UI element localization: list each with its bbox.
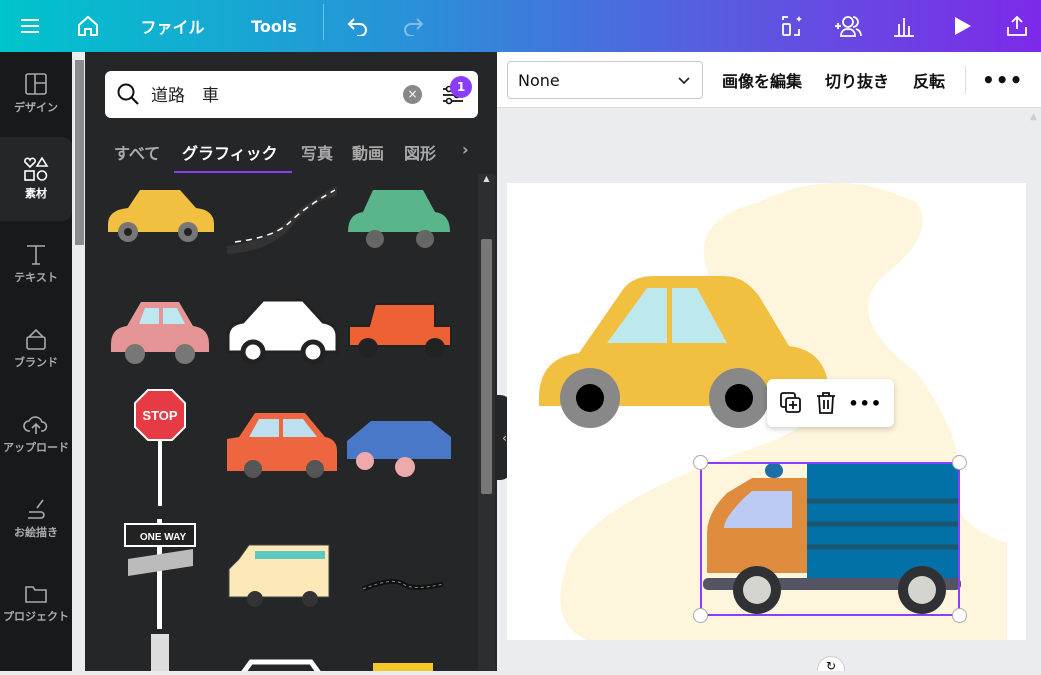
sidebar-item-label: テキスト [14, 271, 58, 284]
graphic-white-car[interactable] [225, 286, 340, 376]
sidebar-item-draw[interactable]: お絵描き [0, 477, 72, 561]
present-play-icon[interactable] [945, 0, 979, 52]
file-menu[interactable]: ファイル [130, 0, 215, 52]
folder-icon [25, 586, 47, 603]
divider [965, 66, 966, 94]
resize-handle[interactable] [952, 608, 967, 623]
context-toolbar: None 画像を編集 切り抜き 反転 ••• [497, 52, 1041, 108]
resize-handle[interactable] [952, 455, 967, 470]
filter-count-badge: 1 [450, 76, 472, 98]
menu-icon[interactable] [10, 0, 50, 52]
sidebar-item-projects[interactable]: プロジェクト [0, 562, 72, 646]
active-tab-indicator [174, 171, 292, 173]
clear-search-icon[interactable]: × [403, 85, 422, 104]
insights-icon[interactable] [887, 0, 921, 52]
search-icon [117, 83, 139, 105]
category-tabs: すべて グラフィック 写真 動画 図形 › [85, 136, 497, 174]
flip-button[interactable]: 反転 [913, 52, 945, 108]
sidebar-item-label: ブランド [14, 356, 58, 369]
edit-image-button[interactable]: 画像を編集 [722, 52, 802, 108]
select-value: None [518, 70, 560, 90]
undo-icon[interactable] [340, 0, 376, 52]
trash-icon[interactable] [815, 391, 837, 415]
filter-select[interactable]: None [507, 61, 703, 99]
divider [323, 4, 324, 40]
elements-panel: × 1 すべて グラフィック 写真 動画 図形 › STOP ONE WAY ▲ [85, 52, 497, 671]
tab-graphics[interactable]: グラフィック [182, 140, 278, 164]
share-upload-icon[interactable] [1000, 0, 1034, 52]
search-input[interactable] [151, 83, 391, 103]
resize-handle[interactable] [693, 608, 708, 623]
sidebar-item-label: お絵描き [14, 526, 58, 539]
sidebar-item-brand[interactable]: ブランド [0, 307, 72, 391]
sidebar-item-design[interactable]: デザイン [0, 52, 72, 136]
tab-all[interactable]: すべて [114, 140, 160, 164]
graphic-one-way-sign[interactable]: ONE WAY [103, 514, 218, 629]
elements-icon [24, 157, 49, 181]
graphic-car-outline[interactable] [225, 644, 340, 671]
graphic-green-car[interactable] [343, 174, 458, 264]
tab-photos[interactable]: 写真 [301, 140, 333, 164]
text-icon [27, 245, 45, 265]
layout-icon [25, 73, 47, 95]
cloud-upload-icon [23, 416, 48, 434]
tools-menu[interactable]: Tools [245, 0, 303, 52]
more-icon[interactable]: ••• [848, 394, 882, 413]
duplicate-icon[interactable] [779, 391, 803, 415]
panel-scrollbar[interactable]: ▲ [478, 174, 495, 671]
chevron-down-icon [678, 77, 690, 85]
rotate-handle-icon[interactable]: ↻ [817, 656, 845, 673]
svg-text:ONE WAY: ONE WAY [140, 532, 187, 543]
graphic-camper-van[interactable] [225, 529, 340, 619]
svg-text:STOP: STOP [142, 408, 177, 423]
graphic-yellow-bus[interactable] [343, 659, 458, 671]
graphic-orange-jeep[interactable] [343, 286, 458, 376]
graphic-yellow-car[interactable] [103, 174, 218, 264]
sidebar-item-uploads[interactable]: アップロード [0, 392, 72, 476]
share-people-icon[interactable] [830, 0, 866, 52]
sidebar-item-label: プロジェクト [3, 610, 69, 623]
search-box: × 1 [105, 71, 478, 118]
graphic-blue-suv[interactable] [343, 399, 458, 489]
graphics-grid: STOP ONE WAY [85, 174, 477, 671]
graphic-tire-track[interactable] [103, 634, 218, 671]
selection-box[interactable] [700, 462, 960, 616]
home-icon[interactable] [70, 0, 106, 52]
element-quick-actions: ••• [767, 379, 894, 427]
magic-resize-icon[interactable] [775, 0, 809, 52]
tab-shapes[interactable]: 図形 [404, 140, 436, 164]
tab-videos[interactable]: 動画 [352, 140, 384, 164]
graphic-stop-sign[interactable]: STOP [103, 386, 218, 511]
scrollbar-thumb[interactable] [481, 239, 492, 494]
sidebar-item-text[interactable]: テキスト [0, 222, 72, 306]
brand-icon [26, 328, 46, 350]
top-bar: ファイル Tools [0, 0, 1041, 52]
crop-button[interactable]: 切り抜き [825, 52, 889, 108]
sidebar-item-label: アップロード [3, 441, 69, 454]
more-options-icon[interactable]: ••• [982, 52, 1023, 108]
redo-icon[interactable] [395, 0, 431, 52]
graphic-road[interactable] [225, 174, 340, 264]
tabs-next-chevron-icon[interactable]: › [462, 140, 469, 159]
graphic-red-car[interactable] [225, 399, 340, 489]
rail-scrollbar[interactable] [75, 60, 84, 245]
sidebar-item-label: デザイン [14, 101, 58, 114]
sidebar-item-elements[interactable]: 素材 [0, 137, 72, 221]
sidebar-item-label: 素材 [25, 187, 47, 200]
canvas-scroll-up-icon[interactable]: ▲ [1030, 112, 1037, 122]
draw-icon [28, 499, 45, 519]
sidebar-rail: デザイン 素材 テキスト ブランド アップロード お絵描き プロジェクト [0, 52, 72, 671]
resize-handle[interactable] [693, 455, 708, 470]
graphic-winding-road[interactable] [343, 529, 458, 619]
graphic-pink-car[interactable] [103, 286, 218, 376]
